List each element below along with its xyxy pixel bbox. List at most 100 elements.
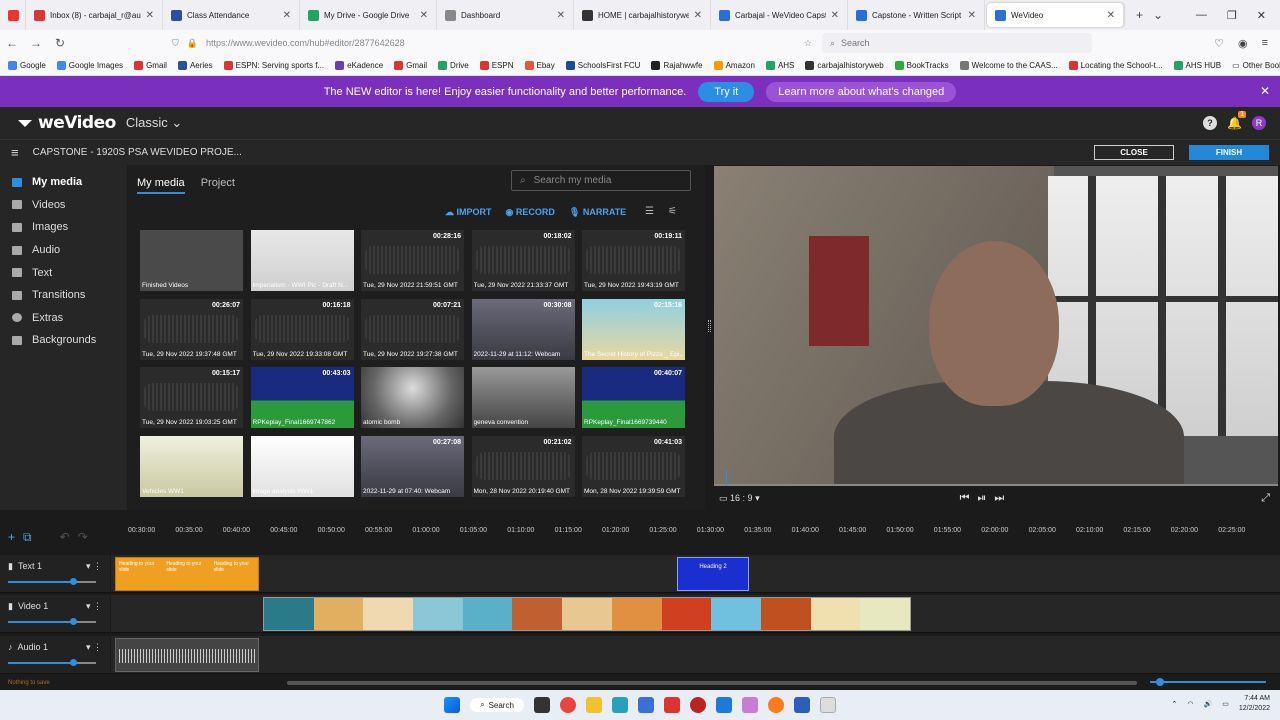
narrate-button[interactable]: 🎙 NARRATE — [569, 207, 626, 218]
track-volume-slider[interactable] — [8, 578, 96, 585]
sidebar-item-extras[interactable]: Extras — [0, 307, 127, 330]
media-item-logo[interactable]: 00:43:03 RPKeplay_Final1669747862 — [250, 367, 354, 428]
browser-tab[interactable]: HOME | carbajalhistoryweb ✕ — [574, 0, 711, 30]
task-view-icon[interactable] — [533, 697, 550, 713]
undo-icon[interactable]: ↶ — [60, 530, 70, 544]
sidebar-item-transitions[interactable]: Transitions — [0, 284, 127, 307]
bookmark-item[interactable]: Gmail — [394, 61, 427, 70]
url-text[interactable]: https://www.wevideo.com/hub#editor/28776… — [206, 38, 405, 48]
track-volume-slider[interactable] — [8, 618, 96, 625]
bookmark-item[interactable]: carbajalhistoryweb — [805, 61, 884, 70]
new-tab-icon[interactable]: + — [1136, 8, 1143, 22]
app-icon-blue[interactable] — [715, 697, 732, 713]
bookmark-item[interactable]: AHS — [765, 61, 794, 70]
url-bar[interactable]: ⛉ 🔒 https://www.wevideo.com/hub#editor/2… — [172, 33, 812, 53]
bell-icon[interactable]: 🔔 1 — [1227, 111, 1246, 130]
browser-tab[interactable]: Class Attendance ✕ — [163, 0, 300, 30]
media-item-webcam[interactable]: 00:27:08 2022-11-29 at 07:40: Webcam — [361, 435, 464, 497]
browser-tab[interactable]: My Drive - Google Drive ✕ — [300, 0, 437, 30]
text-clip[interactable]: Heading to your slide Heading to your sli… — [115, 557, 259, 591]
bookmark-item[interactable]: Aeries — [177, 61, 213, 70]
editor-mode-dropdown[interactable]: Classic ⌄ — [126, 115, 182, 131]
close-tab-icon[interactable]: ✕ — [968, 10, 976, 21]
close-banner-icon[interactable]: ✕ — [1260, 84, 1270, 98]
media-item-folder[interactable]: Finished Videos — [140, 230, 243, 291]
try-it-button[interactable]: Try it — [698, 81, 755, 102]
volume-icon[interactable]: 🔊 — [1204, 700, 1213, 708]
close-button[interactable]: CLOSE — [1094, 145, 1174, 160]
video-preview[interactable] — [714, 166, 1278, 486]
learn-more-button[interactable]: Learn more about what's changed — [766, 81, 957, 102]
play-icon[interactable]: ⏯ — [978, 492, 987, 505]
media-item-audio[interactable]: 00:18:02 Tue, 29 Nov 2022 21:33:37 GMT — [471, 230, 575, 291]
tab-list-icon[interactable]: ⌄ — [1153, 8, 1163, 22]
media-item-audio[interactable]: 00:15:17 Tue, 29 Nov 2022 19:03:25 GMT — [140, 367, 243, 428]
menu-icon[interactable]: ≡ — [1262, 37, 1268, 50]
video-clip-pizza[interactable] — [263, 597, 911, 631]
filter-icon[interactable]: ⚟ — [668, 206, 677, 217]
app-icon-red[interactable] — [689, 697, 706, 713]
close-tab-icon[interactable]: ✕ — [694, 10, 702, 21]
panel-splitter-handle[interactable] — [708, 320, 711, 332]
media-item-doc[interactable]: Imperialism - WWI Pic - Draft N... — [250, 230, 354, 291]
battery-icon[interactable]: ▭ — [1222, 700, 1229, 708]
browser-tab[interactable]: Capstone - Written Script fo ✕ — [848, 0, 985, 30]
media-item-table[interactable]: image analysis WW1 — [250, 435, 354, 497]
media-item-audio[interactable]: 00:21:02 Mon, 28 Nov 2022 20:19:40 GMT — [471, 435, 575, 497]
taskbar-search[interactable]: ⌕ Search — [470, 698, 524, 712]
bookmark-item[interactable]: Ebay — [524, 61, 555, 70]
bookmark-item[interactable]: ESPN — [479, 61, 514, 70]
restore-icon[interactable]: ❐ — [1227, 9, 1237, 22]
word-icon[interactable] — [793, 697, 810, 713]
hamburger-menu-icon[interactable]: ≡ — [11, 145, 19, 160]
media-item-bomb[interactable]: atomic bomb — [361, 367, 464, 428]
media-item-webcam[interactable]: 00:30:08 2022-11-29 at 11:12: Webcam — [471, 298, 575, 360]
media-item-photo[interactable]: geneva convention — [471, 367, 575, 428]
project-title[interactable]: CAPSTONE - 1920S PSA WEVIDEO PROJE... — [33, 147, 242, 158]
bookmark-item[interactable]: Welcome to the CAAS... — [959, 61, 1058, 70]
chrome-icon[interactable] — [559, 697, 576, 713]
sidebar-item-audio[interactable]: Audio — [0, 239, 127, 262]
add-track-icon[interactable]: + — [8, 530, 15, 544]
track-menu-icon[interactable]: ▾ ⋮ — [86, 601, 102, 612]
firefox-icon[interactable] — [767, 697, 784, 713]
audio-clip[interactable] — [115, 638, 259, 672]
slides-icon[interactable] — [663, 697, 680, 713]
track-menu-icon[interactable]: ▾ ⋮ — [86, 642, 102, 653]
timeline-ruler[interactable]: 00:30:00 00:35:00 00:40:00 00:45:00 00:50:00… — [120, 522, 1280, 540]
bookmark-item[interactable]: SchoolsFirst FCU — [565, 61, 640, 70]
clock[interactable]: 7:44 AM 12/2/2022 — [1239, 694, 1270, 714]
chevron-up-icon[interactable]: ⌃ — [1172, 700, 1178, 708]
avatar[interactable]: R — [1252, 116, 1266, 130]
media-item-logo[interactable]: 00:40:07 RPKeplay_Final1669739440 — [582, 367, 685, 428]
bookmark-item[interactable]: AHS HUB — [1173, 61, 1221, 70]
media-search-input[interactable]: ⌕ Search my media — [511, 170, 691, 191]
bookmark-item[interactable]: Drive — [438, 61, 469, 70]
edge-icon[interactable] — [611, 697, 628, 713]
media-item-pizza[interactable]: 02:15:16 The Secret History of Pizza _ Ep… — [582, 298, 685, 360]
account-icon[interactable]: ◉ — [1238, 37, 1248, 50]
reload-icon[interactable]: ↻ — [48, 36, 72, 50]
close-tab-icon[interactable]: ✕ — [1107, 10, 1115, 21]
media-item-vehicles[interactable]: Vehicles WW1 — [140, 435, 243, 497]
bookmark-item[interactable]: Locating the School-t... — [1068, 61, 1163, 70]
sidebar-item-images[interactable]: Images — [0, 216, 127, 239]
close-window-icon[interactable]: ✕ — [1257, 9, 1266, 22]
bookmark-item[interactable]: Gmail — [134, 61, 167, 70]
fullscreen-icon[interactable]: ⤢ — [1261, 492, 1270, 505]
browser-tab[interactable] — [0, 0, 26, 30]
tab-my-media[interactable]: My media — [137, 177, 185, 194]
bookmark-item[interactable]: Google — [8, 61, 46, 70]
skip-back-icon[interactable]: ⏮ — [960, 492, 970, 505]
app-icon-white[interactable] — [819, 697, 836, 713]
media-item-audio[interactable]: 00:26:07 Tue, 29 Nov 2022 19:37:48 GMT — [140, 298, 243, 360]
file-explorer-icon[interactable] — [585, 697, 602, 713]
copy-icon[interactable]: ⧉ — [23, 530, 32, 545]
track-lane-video-1[interactable] — [111, 595, 1280, 633]
browser-search-input[interactable]: ⌕ Search — [822, 33, 1092, 53]
browser-tab[interactable]: Dashboard ✕ — [437, 0, 574, 30]
close-tab-icon[interactable]: ✕ — [146, 10, 154, 21]
bookmark-item[interactable]: BookTracks — [894, 61, 949, 70]
star-icon[interactable]: ☆ — [804, 38, 812, 49]
import-button[interactable]: ☁ IMPORT — [445, 207, 492, 218]
